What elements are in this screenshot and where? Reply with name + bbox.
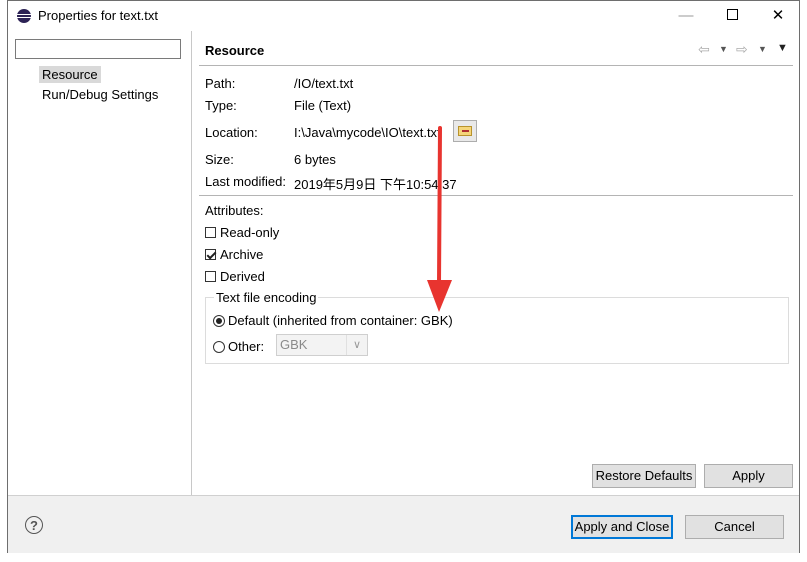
type-value: File (Text) <box>294 98 352 113</box>
properties-dialog: Properties for text.txt — ✕ Resource Run… <box>7 0 800 553</box>
filter-input[interactable] <box>15 39 181 59</box>
encoding-select-value: GBK <box>280 337 308 352</box>
archive-checkbox[interactable]: Archive <box>205 247 263 262</box>
read-only-label: Read-only <box>220 225 280 240</box>
page-title: Resource <box>205 43 265 58</box>
maximize-button[interactable] <box>709 1 755 31</box>
navigation-pane: Resource Run/Debug Settings <box>8 31 192 495</box>
last-modified-label: Last modified: <box>205 174 286 189</box>
archive-label: Archive <box>220 247 264 262</box>
last-modified-value: 2019年5月9日 下午10:54:37 <box>294 177 457 192</box>
header-divider <box>199 65 793 66</box>
chevron-down-icon[interactable]: ∨ <box>346 335 367 355</box>
back-dropdown-icon[interactable]: ▼ <box>719 44 728 54</box>
default-encoding-label: Default (inherited from container: GBK) <box>228 313 453 328</box>
type-label: Type: <box>205 98 237 113</box>
section-divider <box>199 195 793 196</box>
back-arrow-icon[interactable]: ⇦ <box>698 41 710 58</box>
location-label: Location: <box>205 125 258 140</box>
help-icon[interactable]: ? <box>25 516 43 534</box>
read-only-checkbox[interactable]: Read-only <box>205 225 279 240</box>
view-menu-icon[interactable]: ▼ <box>777 42 788 54</box>
minimize-button[interactable]: — <box>663 1 709 31</box>
forward-arrow-icon[interactable]: ⇨ <box>736 41 748 58</box>
encoding-select[interactable]: GBK ∨ <box>276 334 368 356</box>
tree-item-resource[interactable]: Resource <box>39 66 101 83</box>
apply-and-close-button[interactable]: Apply and Close <box>571 515 673 539</box>
checkbox-box[interactable] <box>205 271 216 283</box>
show-in-explorer-button[interactable] <box>453 120 477 142</box>
size-label: Size: <box>205 152 234 167</box>
default-encoding-radio[interactable]: Default (inherited from container: GBK) <box>213 313 453 328</box>
checkbox-box[interactable] <box>205 227 216 239</box>
path-value: /IO/text.txt <box>294 76 354 91</box>
location-value: I:\Java\mycode\IO\text.txt <box>294 125 441 140</box>
tree-item-run-debug-settings[interactable]: Run/Debug Settings <box>39 86 161 103</box>
apply-button[interactable]: Apply <box>704 464 793 488</box>
window-title: Properties for text.txt <box>38 8 158 23</box>
checkbox-box-checked[interactable] <box>205 249 216 261</box>
size-value: 6 bytes <box>294 152 336 167</box>
eclipse-icon <box>17 9 31 23</box>
derived-checkbox[interactable]: Derived <box>205 269 265 284</box>
other-encoding-radio[interactable]: Other: <box>213 339 264 354</box>
other-encoding-label: Other: <box>228 339 265 354</box>
encoding-group-label: Text file encoding <box>214 290 319 305</box>
dialog-button-bar: ? Apply and Close Cancel <box>8 495 799 553</box>
forward-dropdown-icon[interactable]: ▼ <box>758 44 767 54</box>
close-button[interactable]: ✕ <box>755 1 801 31</box>
restore-defaults-button[interactable]: Restore Defaults <box>592 464 696 488</box>
attributes-label: Attributes: <box>205 203 264 218</box>
resource-page: Resource ⇦ ▼ ⇨ ▼ ▼ Path: /IO/text.txt Ty… <box>193 31 799 495</box>
title-bar: Properties for text.txt — ✕ <box>8 1 799 31</box>
derived-label: Derived <box>220 269 265 284</box>
open-folder-icon <box>458 126 472 136</box>
cancel-button[interactable]: Cancel <box>685 515 784 539</box>
radio-selected[interactable] <box>213 314 225 327</box>
maximize-icon <box>726 9 738 21</box>
path-label: Path: <box>205 76 236 91</box>
radio-unselected[interactable] <box>213 340 225 353</box>
